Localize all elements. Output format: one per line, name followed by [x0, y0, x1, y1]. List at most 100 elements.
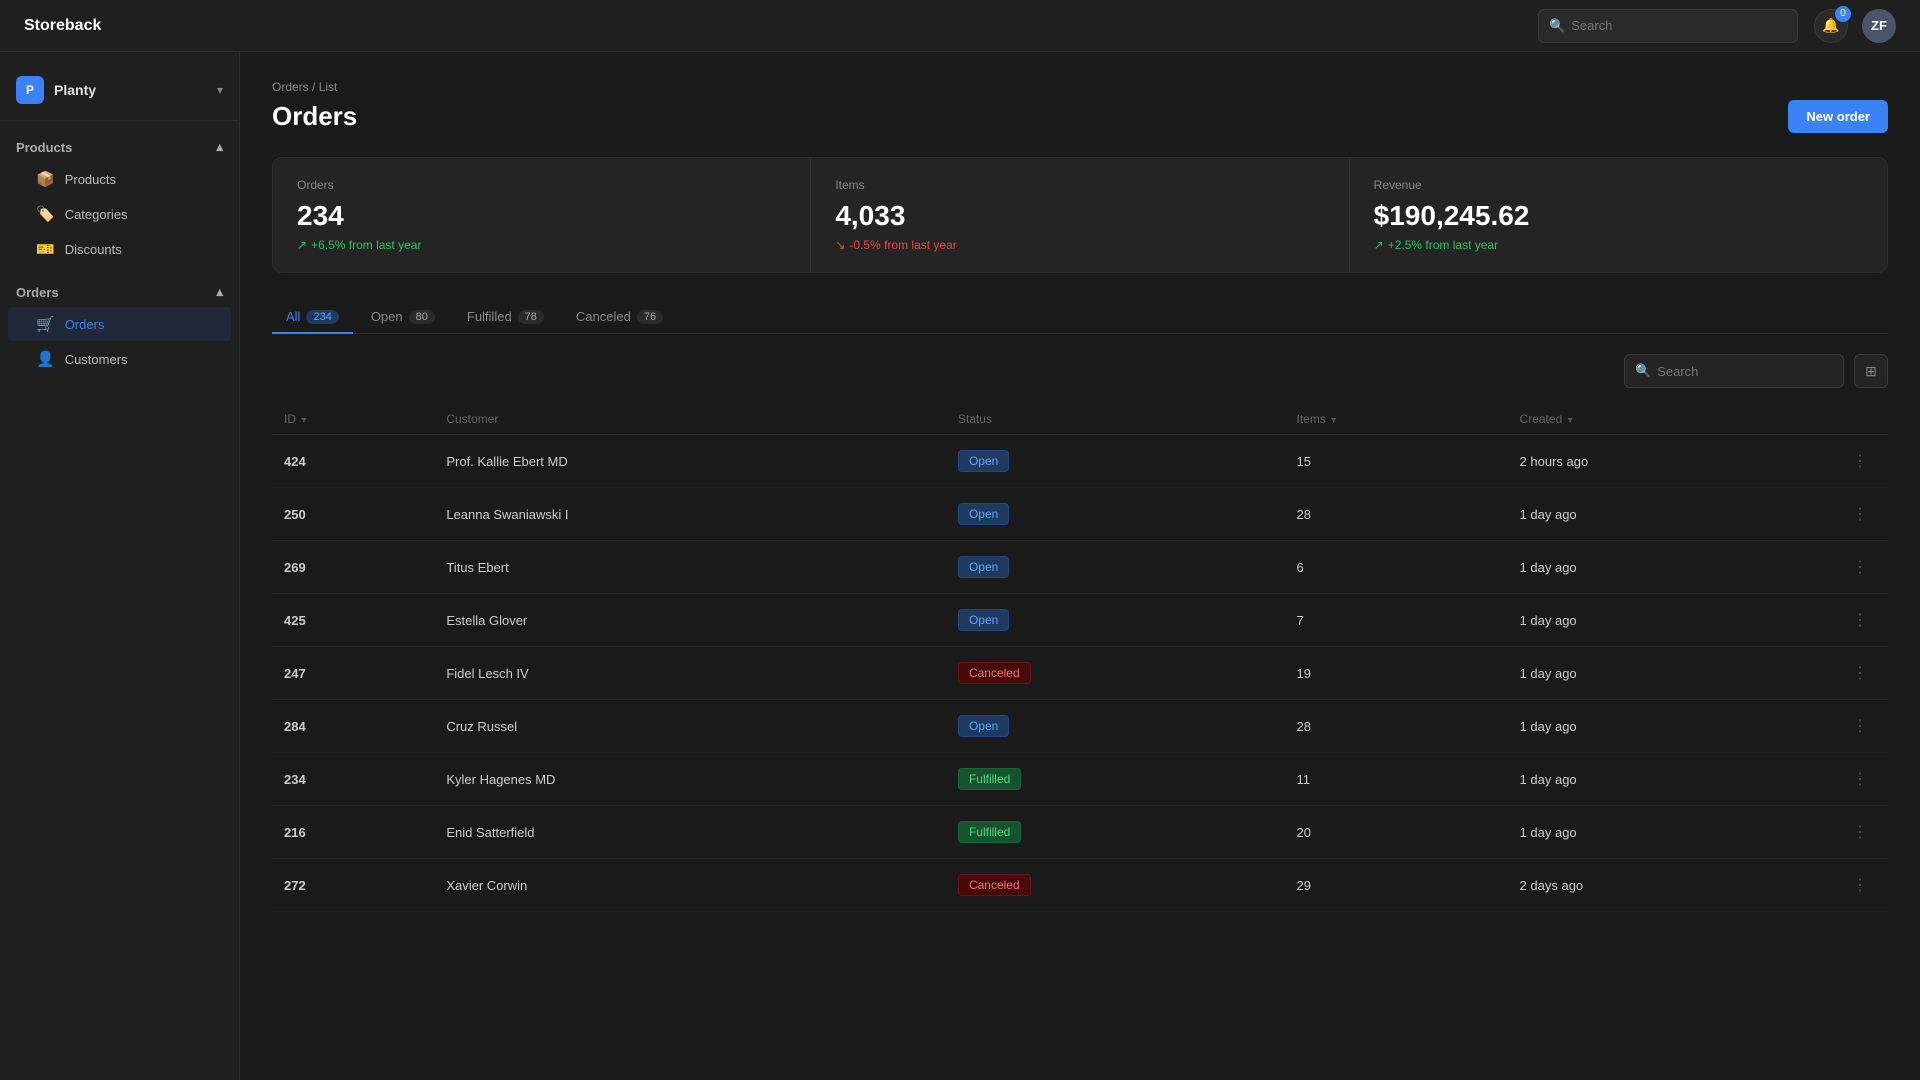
row-items: 28 [1284, 488, 1507, 541]
stat-label-revenue: Revenue [1374, 178, 1863, 192]
orders-table: ID ▾ Customer Status Items ▾ Created [272, 404, 1888, 912]
row-action-button[interactable]: ⋮ [1844, 500, 1876, 528]
row-customer: Fidel Lesch IV [434, 647, 946, 700]
row-items: 11 [1284, 753, 1507, 806]
sidebar-item-orders[interactable]: 🛒 Orders [8, 307, 231, 341]
stat-card-items: Items 4,033 ↘ -0.5% from last year [811, 158, 1348, 272]
tab-fulfilled[interactable]: Fulfilled 78 [453, 301, 558, 334]
notification-button[interactable]: 🔔 0 [1814, 9, 1848, 43]
row-action-button[interactable]: ⋮ [1844, 871, 1876, 899]
col-created[interactable]: Created ▾ [1508, 404, 1832, 435]
row-action-cell: ⋮ [1832, 435, 1888, 488]
row-items: 15 [1284, 435, 1507, 488]
row-customer: Enid Satterfield [434, 806, 946, 859]
table-row[interactable]: 247 Fidel Lesch IV Canceled 19 1 day ago… [272, 647, 1888, 700]
sidebar-item-label-discounts: Discounts [65, 242, 122, 257]
tab-all-label: All [286, 309, 300, 324]
table-row[interactable]: 269 Titus Ebert Open 6 1 day ago ⋮ [272, 541, 1888, 594]
row-status: Open [946, 594, 1285, 647]
trend-down-icon: ↘ [835, 238, 845, 252]
status-badge: Open [958, 503, 1009, 525]
sidebar-item-categories[interactable]: 🏷️ Categories [8, 197, 231, 231]
row-status: Open [946, 435, 1285, 488]
cart-icon: 🛒 [36, 315, 55, 333]
app-logo: Storeback [24, 17, 1538, 35]
tab-open-badge: 80 [409, 310, 435, 324]
col-items[interactable]: Items ▾ [1284, 404, 1507, 435]
sidebar-section-products[interactable]: Products ▴ [0, 133, 239, 161]
table-row[interactable]: 424 Prof. Kallie Ebert MD Open 15 2 hour… [272, 435, 1888, 488]
stat-change-text-orders: +6.5% from last year [311, 238, 421, 252]
table-row[interactable]: 272 Xavier Corwin Canceled 29 2 days ago… [272, 859, 1888, 912]
table-row[interactable]: 216 Enid Satterfield Fulfilled 20 1 day … [272, 806, 1888, 859]
sort-icon-created: ▾ [1568, 415, 1573, 426]
status-badge: Open [958, 609, 1009, 631]
row-status: Open [946, 488, 1285, 541]
row-action-button[interactable]: ⋮ [1844, 659, 1876, 687]
row-created: 1 day ago [1508, 594, 1832, 647]
stat-label-items: Items [835, 178, 1324, 192]
row-action-button[interactable]: ⋮ [1844, 712, 1876, 740]
table-row[interactable]: 250 Leanna Swaniawski I Open 28 1 day ag… [272, 488, 1888, 541]
row-action-button[interactable]: ⋮ [1844, 818, 1876, 846]
topnav: Storeback 🔍 🔔 0 ZF [0, 0, 1920, 52]
global-search[interactable]: 🔍 [1538, 9, 1798, 43]
row-action-cell: ⋮ [1832, 488, 1888, 541]
sidebar-item-customers[interactable]: 👤 Customers [8, 342, 231, 376]
row-action-cell: ⋮ [1832, 806, 1888, 859]
row-items: 29 [1284, 859, 1507, 912]
tab-all[interactable]: All 234 [272, 301, 353, 334]
row-created: 1 day ago [1508, 700, 1832, 753]
row-action-button[interactable]: ⋮ [1844, 553, 1876, 581]
table-row[interactable]: 234 Kyler Hagenes MD Fulfilled 11 1 day … [272, 753, 1888, 806]
row-action-button[interactable]: ⋮ [1844, 606, 1876, 634]
row-created: 1 day ago [1508, 753, 1832, 806]
row-created: 2 days ago [1508, 859, 1832, 912]
sidebar-item-label-customers: Customers [65, 352, 128, 367]
status-badge: Fulfilled [958, 768, 1021, 790]
tabs-row: All 234 Open 80 Fulfilled 78 Canceled 76 [272, 301, 1888, 334]
tag-icon: 🏷️ [36, 205, 55, 223]
chevron-up-icon: ▴ [216, 139, 223, 155]
layout: P Planty ▾ Products ▴ 📦 Products 🏷️ Cate… [0, 52, 1920, 1080]
row-action-button[interactable]: ⋮ [1844, 765, 1876, 793]
stat-value-items: 4,033 [835, 200, 1324, 232]
col-id[interactable]: ID ▾ [272, 404, 434, 435]
breadcrumb-separator: / [312, 80, 319, 94]
table-row[interactable]: 284 Cruz Russel Open 28 1 day ago ⋮ [272, 700, 1888, 753]
breadcrumb-current: List [319, 80, 338, 94]
row-created: 1 day ago [1508, 488, 1832, 541]
row-id: 247 [272, 647, 434, 700]
table-search[interactable]: 🔍 [1624, 354, 1844, 388]
stat-change-text-revenue: +2.5% from last year [1388, 238, 1498, 252]
row-id: 284 [272, 700, 434, 753]
row-action-button[interactable]: ⋮ [1844, 447, 1876, 475]
trend-up-icon: ↗ [297, 238, 307, 252]
tab-open[interactable]: Open 80 [357, 301, 449, 334]
stat-value-revenue: $190,245.62 [1374, 200, 1863, 232]
sidebar-item-products[interactable]: 📦 Products [8, 162, 231, 196]
stat-value-orders: 234 [297, 200, 786, 232]
table-search-input[interactable] [1657, 364, 1833, 379]
search-icon: 🔍 [1549, 18, 1565, 34]
row-created: 1 day ago [1508, 647, 1832, 700]
workspace-selector[interactable]: P Planty ▾ [0, 68, 239, 121]
sidebar-item-discounts[interactable]: 🎫 Discounts [8, 232, 231, 266]
stat-card-orders: Orders 234 ↗ +6.5% from last year [273, 158, 810, 272]
row-status: Open [946, 700, 1285, 753]
row-created: 1 day ago [1508, 806, 1832, 859]
table-row[interactable]: 425 Estella Glover Open 7 1 day ago ⋮ [272, 594, 1888, 647]
stat-change-revenue: ↗ +2.5% from last year [1374, 238, 1863, 252]
row-action-cell: ⋮ [1832, 541, 1888, 594]
sidebar-section-orders[interactable]: Orders ▴ [0, 278, 239, 306]
columns-button[interactable]: ⊞ [1854, 354, 1888, 388]
avatar[interactable]: ZF [1862, 9, 1896, 43]
box-icon: 📦 [36, 170, 55, 188]
tab-canceled[interactable]: Canceled 76 [562, 301, 677, 334]
status-badge: Canceled [958, 874, 1031, 896]
sidebar-item-label-orders: Orders [65, 317, 105, 332]
row-id: 424 [272, 435, 434, 488]
global-search-input[interactable] [1571, 18, 1787, 33]
new-order-button[interactable]: New order [1788, 100, 1888, 133]
row-id: 425 [272, 594, 434, 647]
